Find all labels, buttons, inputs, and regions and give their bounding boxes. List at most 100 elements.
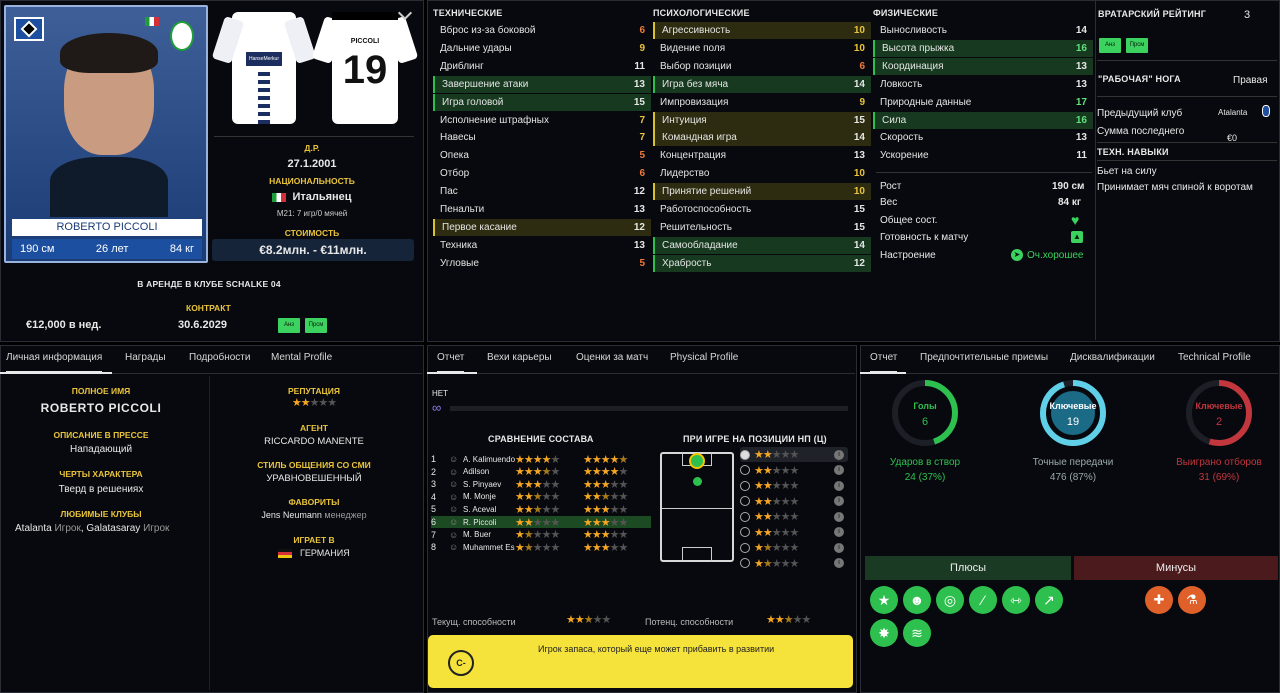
attribute-row[interactable]: Опека 5 xyxy=(433,147,651,164)
attribute-row[interactable]: Игра головой 15 xyxy=(433,93,651,111)
agent-value[interactable]: RICCARDO MANENTE xyxy=(214,436,414,447)
prev-club-value[interactable]: Atalanta xyxy=(1218,108,1247,117)
value-box[interactable]: €8.2млн. - €11млн. xyxy=(212,239,414,261)
position-marker[interactable] xyxy=(693,477,702,486)
attribute-row[interactable]: Пас 12 xyxy=(433,183,651,200)
trend-up-icon[interactable]: ↗ xyxy=(1035,586,1063,614)
tab-mental-profile[interactable]: Mental Profile xyxy=(271,352,332,363)
attribute-row[interactable]: Отбор 6 xyxy=(433,165,651,182)
injury-icon[interactable]: ✚ xyxy=(1145,586,1173,614)
attribute-row[interactable]: Природные данные 17 xyxy=(873,94,1093,111)
pitch-diagram[interactable] xyxy=(660,452,734,562)
heart-icon[interactable]: ♥ xyxy=(1071,212,1079,228)
skill-item[interactable]: Бьет на силу xyxy=(1097,166,1157,177)
stat-ring[interactable] xyxy=(1038,378,1108,448)
squad-row[interactable]: 1 ☺ A. Kalimuendo ★★★★★ ★★★★★ xyxy=(431,453,651,466)
radio-icon[interactable] xyxy=(740,527,750,537)
stat-ring[interactable] xyxy=(890,378,960,448)
attribute-row[interactable]: Принятие решений 10 xyxy=(653,183,871,201)
attribute-row[interactable]: Навесы 7 xyxy=(433,129,651,146)
info-icon[interactable]: i xyxy=(834,449,844,460)
attribute-row[interactable]: Сила 16 xyxy=(873,111,1093,129)
gk-badge-analyst[interactable]: Анз xyxy=(1099,38,1121,53)
attribute-row[interactable]: Агрессивность 10 xyxy=(653,22,871,39)
attribute-row[interactable]: Завершение атаки 13 xyxy=(433,75,651,93)
attribute-row[interactable]: Дальние удары 9 xyxy=(433,40,651,57)
loan-status[interactable]: В АРЕНДЕ В КЛУБЕ SCHALKE 04 xyxy=(4,279,414,289)
attribute-row[interactable]: Высота прыжка 16 xyxy=(873,39,1093,57)
dribble-icon[interactable]: ⁄ xyxy=(969,586,997,614)
attribute-row[interactable]: Ускорение 11 xyxy=(873,147,1093,164)
info-icon[interactable]: i xyxy=(834,480,844,491)
squad-row[interactable]: 7 ☺ M. Buer ★★★★★ ★★★★★ xyxy=(431,529,651,541)
info-icon[interactable]: i xyxy=(834,496,844,506)
boots-icon[interactable]: ≋ xyxy=(903,619,931,647)
squad-row[interactable]: 4 ☺ M. Monje ★★★★★ ★★★★★ xyxy=(431,491,651,503)
tab-personal-info[interactable]: Личная информация xyxy=(6,352,103,373)
favourite-person[interactable]: Jens Neumann xyxy=(261,510,322,520)
tab-report[interactable]: Отчет xyxy=(437,352,465,373)
shot-icon[interactable]: ✸ xyxy=(870,619,898,647)
home-kit[interactable]: HanseMerkur xyxy=(211,12,317,128)
fav-club[interactable]: Galatasaray xyxy=(86,523,140,534)
radio-icon[interactable] xyxy=(740,511,750,522)
position-marker-active[interactable] xyxy=(689,453,705,469)
attribute-row[interactable]: Храбрость 12 xyxy=(653,254,871,272)
attribute-row[interactable]: Интуиция 15 xyxy=(653,111,871,129)
position-rating-row[interactable]: ★★★★★ i xyxy=(740,478,848,493)
position-rating-row[interactable]: ★★★★★ i xyxy=(740,556,848,571)
fav-club[interactable]: Atalanta xyxy=(15,523,52,534)
tab-career[interactable]: Вехи карьеры xyxy=(487,352,552,363)
radio-icon[interactable] xyxy=(740,542,750,553)
morale-value[interactable]: Оч.хорошее xyxy=(1027,250,1083,261)
radio-icon[interactable] xyxy=(740,480,750,491)
scout-summary[interactable]: C- Игрок запаса, который еще может приба… xyxy=(428,635,853,688)
attribute-row[interactable]: Решительность 15 xyxy=(653,219,871,236)
flask-icon[interactable]: ⚗ xyxy=(1178,586,1206,614)
tab-report-right[interactable]: Отчет xyxy=(870,352,898,373)
attribute-row[interactable]: Техника 13 xyxy=(433,237,651,254)
strength-icon[interactable]: ⇿ xyxy=(1002,586,1030,614)
tab-awards[interactable]: Награды xyxy=(125,352,166,363)
radio-icon[interactable] xyxy=(740,558,750,568)
attribute-row[interactable]: Координация 13 xyxy=(873,57,1093,75)
attribute-row[interactable]: Скорость 13 xyxy=(873,129,1093,146)
tab-preferred-moves[interactable]: Предпочтительные приемы xyxy=(920,352,1048,363)
attribute-row[interactable]: Концентрация 13 xyxy=(653,147,871,164)
squad-row[interactable]: 3 ☺ S. Pinyaev ★★★★★ ★★★★★ xyxy=(431,478,651,491)
position-rating-row[interactable]: ★★★★★ i xyxy=(740,494,848,509)
info-icon[interactable]: i xyxy=(834,527,844,537)
attribute-row[interactable]: Лидерство 10 xyxy=(653,165,871,182)
attribute-row[interactable]: Самообладание 14 xyxy=(653,236,871,254)
star-icon[interactable]: ★ xyxy=(870,586,898,614)
position-rating-row[interactable]: ★★★★★ i xyxy=(740,447,848,462)
tab-match-ratings[interactable]: Оценки за матч xyxy=(576,352,648,363)
away-kit[interactable]: PICCOLI 19 xyxy=(311,12,419,128)
attribute-row[interactable]: Исполнение штрафных 7 xyxy=(433,112,651,129)
position-rating-row[interactable]: ★★★★★ i xyxy=(740,525,848,540)
player-card[interactable]: ROBERTO PICCOLI 190 см 26 лет 84 кг xyxy=(4,5,208,263)
skill-item[interactable]: Принимает мяч спиной к воротам xyxy=(1097,182,1253,193)
tab-physical-profile[interactable]: Physical Profile xyxy=(670,352,738,363)
attribute-row[interactable]: Первое касание 12 xyxy=(433,218,651,236)
attribute-row[interactable]: Выбор позиции 6 xyxy=(653,58,871,75)
tab-details[interactable]: Подробности xyxy=(189,352,250,363)
squad-row[interactable]: 2 ☺ Adilson ★★★★★ ★★★★★ xyxy=(431,466,651,478)
badge-analyst[interactable]: Анз xyxy=(278,318,300,333)
head-icon[interactable]: ☻ xyxy=(903,586,931,614)
info-icon[interactable]: i xyxy=(834,542,844,553)
attribute-row[interactable]: Видение поля 10 xyxy=(653,40,871,57)
position-rating-row[interactable]: ★★★★★ i xyxy=(740,463,848,478)
radio-icon[interactable] xyxy=(740,465,750,475)
attribute-row[interactable]: Командная игра 14 xyxy=(653,129,871,147)
info-icon[interactable]: i xyxy=(834,511,844,522)
squad-row[interactable]: 8☺Muhammet Esenli★★★★★★★★★★ xyxy=(431,541,651,554)
radio-icon[interactable] xyxy=(740,496,750,506)
attribute-row[interactable]: Работоспособность 15 xyxy=(653,201,871,218)
readiness-up-icon[interactable]: ▲ xyxy=(1071,231,1083,243)
attribute-row[interactable]: Выносливость 14 xyxy=(873,22,1093,39)
radio-icon[interactable] xyxy=(740,449,750,460)
stat-ring[interactable] xyxy=(1184,378,1254,448)
info-icon[interactable]: i xyxy=(834,558,844,568)
position-rating-row[interactable]: ★★★★★ i xyxy=(740,540,848,555)
